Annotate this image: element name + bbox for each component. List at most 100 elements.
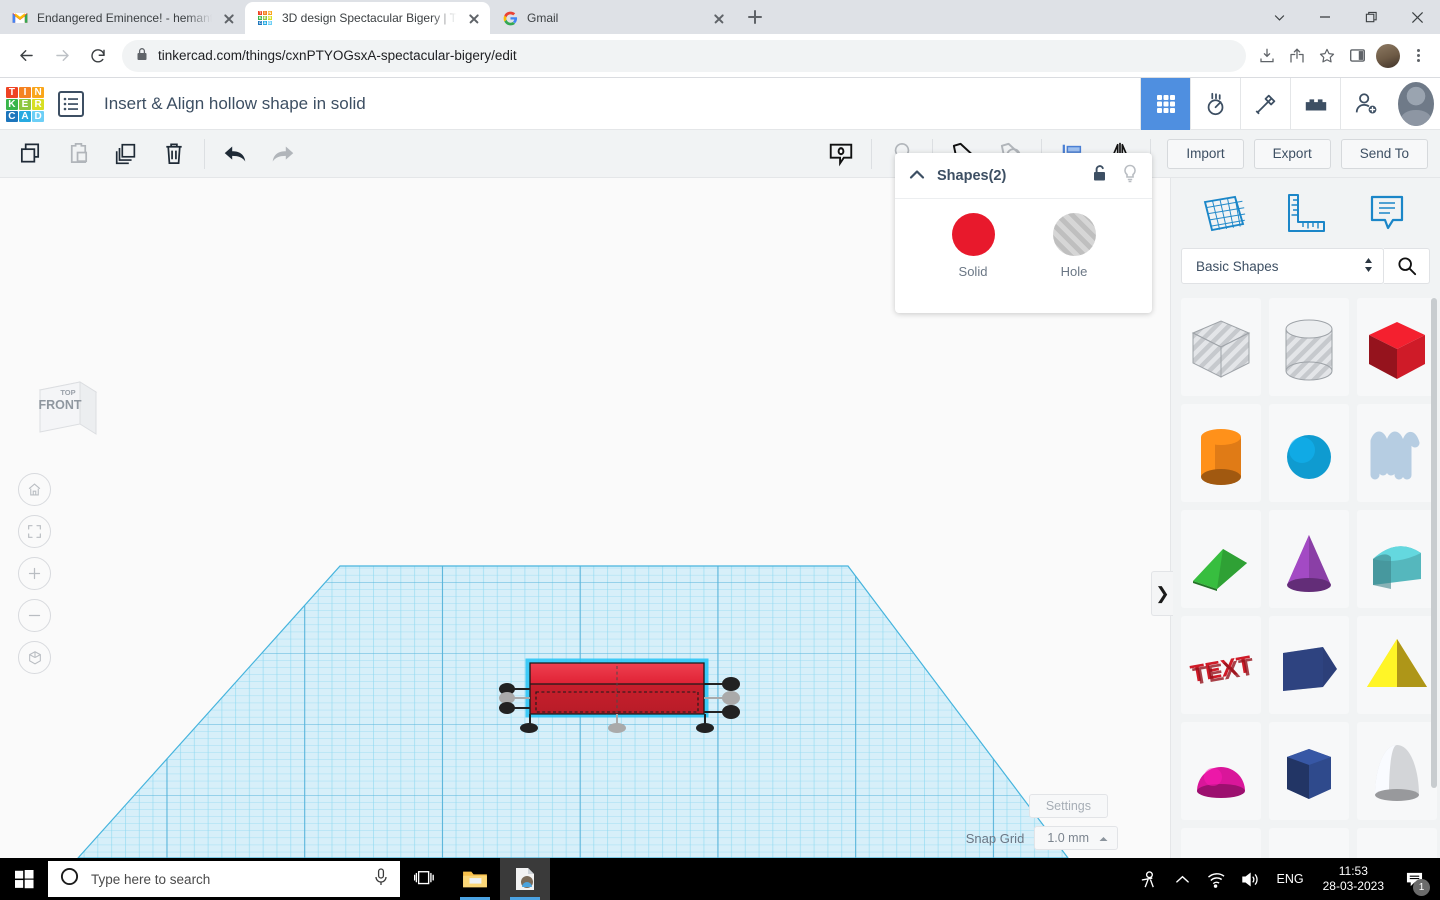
unlock-icon[interactable] (1092, 164, 1108, 187)
task-view-icon[interactable] (400, 858, 450, 900)
address-bar[interactable]: tinkercad.com/things/cxnPTYOGsxA-spectac… (122, 39, 1246, 72)
tab-close-icon[interactable] (466, 10, 482, 26)
tinkercad-logo-icon[interactable]: TIN KER CAD (0, 78, 50, 130)
minimize-button[interactable] (1302, 0, 1348, 34)
share-icon[interactable] (1282, 41, 1312, 71)
lightbulb-icon[interactable] (1122, 164, 1138, 188)
language-indicator[interactable]: ENG (1268, 872, 1313, 886)
maximize-button[interactable] (1348, 0, 1394, 34)
send-to-button[interactable]: Send To (1340, 138, 1428, 169)
tab-search-chevron-icon[interactable] (1256, 0, 1302, 34)
shape-cell-cylinder-hole[interactable] (1269, 298, 1349, 396)
kebab-menu-icon[interactable] (1404, 42, 1432, 70)
people-icon[interactable] (1132, 858, 1166, 900)
microphone-icon[interactable] (374, 867, 388, 891)
address-bar-url: tinkercad.com/things/cxnPTYOGsxA-spectac… (158, 48, 517, 63)
shape-cell-box-red[interactable] (1357, 298, 1437, 396)
paraboloid-grey-thumb (1375, 745, 1419, 801)
cortana-circle-icon (60, 867, 79, 891)
file-explorer-icon[interactable] (450, 858, 500, 900)
scribble-thumb (1370, 431, 1420, 480)
google-icon (502, 10, 518, 26)
roof-teal-thumb (1373, 546, 1421, 589)
import-button[interactable]: Import (1167, 138, 1244, 169)
sidebar-scrollbar[interactable] (1431, 298, 1437, 788)
ortho-view-icon[interactable] (18, 641, 51, 674)
side-panel-icon[interactable] (1342, 41, 1372, 71)
notifications-icon[interactable]: 1 (1394, 858, 1434, 900)
bookmark-star-icon[interactable] (1312, 41, 1342, 71)
workplane-tool-icon[interactable] (1196, 190, 1252, 236)
note-tool-icon[interactable] (1359, 190, 1415, 236)
export-button[interactable]: Export (1253, 138, 1331, 169)
zoom-in-icon[interactable] (18, 557, 51, 590)
shape-cell-wedge-navy[interactable] (1269, 616, 1349, 714)
hole-option[interactable]: Hole (1052, 213, 1096, 313)
solid-option[interactable]: Solid (951, 213, 995, 313)
shape-cell-cone-purple[interactable] (1269, 510, 1349, 608)
project-list-icon[interactable] (58, 90, 84, 117)
shape-cell-cylinder-orange[interactable] (1181, 404, 1261, 502)
duplicate-icon[interactable] (102, 130, 150, 178)
shape-category-select[interactable]: Basic Shapes (1181, 248, 1384, 284)
search-input[interactable]: Type here to search (48, 861, 400, 897)
workplane-icon[interactable] (817, 130, 865, 178)
show-hidden-icons-icon[interactable] (1166, 858, 1200, 900)
forward-button[interactable] (44, 38, 80, 74)
snap-grid-select[interactable]: 1.0 mm (1034, 826, 1118, 850)
delete-icon[interactable] (150, 130, 198, 178)
new-tab-button[interactable] (741, 3, 769, 31)
search-placeholder: Type here to search (91, 871, 211, 887)
blocks-icon[interactable] (1290, 77, 1340, 130)
copy-icon[interactable] (6, 130, 54, 178)
download-icon[interactable] (1252, 41, 1282, 71)
user-avatar[interactable] (1390, 78, 1440, 130)
browser-tab-2[interactable]: Gmail (490, 2, 735, 34)
undo-icon[interactable] (211, 130, 259, 178)
shape-cell-scribble[interactable] (1357, 404, 1437, 502)
shape-cell-text-red[interactable]: TEXT TEXT (1181, 616, 1261, 714)
redo-icon[interactable] (259, 130, 307, 178)
shape-cell-paraboloid-grey[interactable] (1357, 722, 1437, 820)
zoom-out-icon[interactable] (18, 599, 51, 632)
search-icon[interactable] (1384, 248, 1430, 284)
settings-button[interactable]: Settings (1028, 794, 1108, 818)
browser-tab-title: 3D design Spectacular Bigery | Ti (282, 11, 457, 25)
browser-tab-0[interactable]: Endangered Eminence! - hemant (0, 2, 245, 34)
back-button[interactable] (8, 38, 44, 74)
sidebar-search-row: Basic Shapes (1171, 248, 1440, 294)
shape-cell-hexprism-blue[interactable] (1269, 722, 1349, 820)
tab-close-icon[interactable] (221, 10, 237, 26)
shape-cell-pyramid-yellow[interactable] (1357, 616, 1437, 714)
wifi-icon[interactable] (1200, 858, 1234, 900)
clock[interactable]: 11:53 28-03-2023 (1313, 864, 1394, 894)
fit-view-icon[interactable] (18, 515, 51, 548)
tab-close-icon[interactable] (711, 10, 727, 26)
shape-cell-box-hole[interactable] (1181, 298, 1261, 396)
grid-apps-icon[interactable] (1140, 77, 1190, 130)
circuits-icon[interactable] (1190, 77, 1240, 130)
snap-grid-value: 1.0 mm (1047, 831, 1089, 845)
shape-cell-sphere-blue[interactable] (1269, 404, 1349, 502)
chevron-up-icon[interactable] (909, 167, 925, 185)
browser-toolbar: tinkercad.com/things/cxnPTYOGsxA-spectac… (0, 34, 1440, 78)
ruler-tool-icon[interactable] (1277, 190, 1333, 236)
paste-icon[interactable] (54, 130, 102, 178)
volume-icon[interactable] (1234, 858, 1268, 900)
home-view-icon[interactable] (18, 473, 51, 506)
sidebar-collapse-handle[interactable]: ❯ (1151, 571, 1173, 616)
chrome-window-icon[interactable] (500, 858, 550, 900)
browser-tab-1[interactable]: TIN KER CAD 3D design Spectacular Bigery… (245, 2, 490, 34)
profile-avatar[interactable] (1376, 43, 1400, 68)
codeblocks-icon[interactable] (1240, 77, 1290, 130)
shape-cell-pyramid-green[interactable] (1181, 510, 1261, 608)
shape-cell-halfsphere-magenta[interactable] (1181, 722, 1261, 820)
reload-button[interactable] (80, 38, 116, 74)
close-button[interactable] (1394, 0, 1440, 34)
invite-user-icon[interactable] (1340, 77, 1390, 130)
sphere-blue-thumb (1287, 435, 1331, 479)
view-cube[interactable]: TOP FRONT (22, 368, 102, 454)
windows-start-icon[interactable] (0, 858, 48, 900)
cylinder-orange-thumb (1201, 429, 1241, 485)
shape-cell-roof-teal[interactable] (1357, 510, 1437, 608)
